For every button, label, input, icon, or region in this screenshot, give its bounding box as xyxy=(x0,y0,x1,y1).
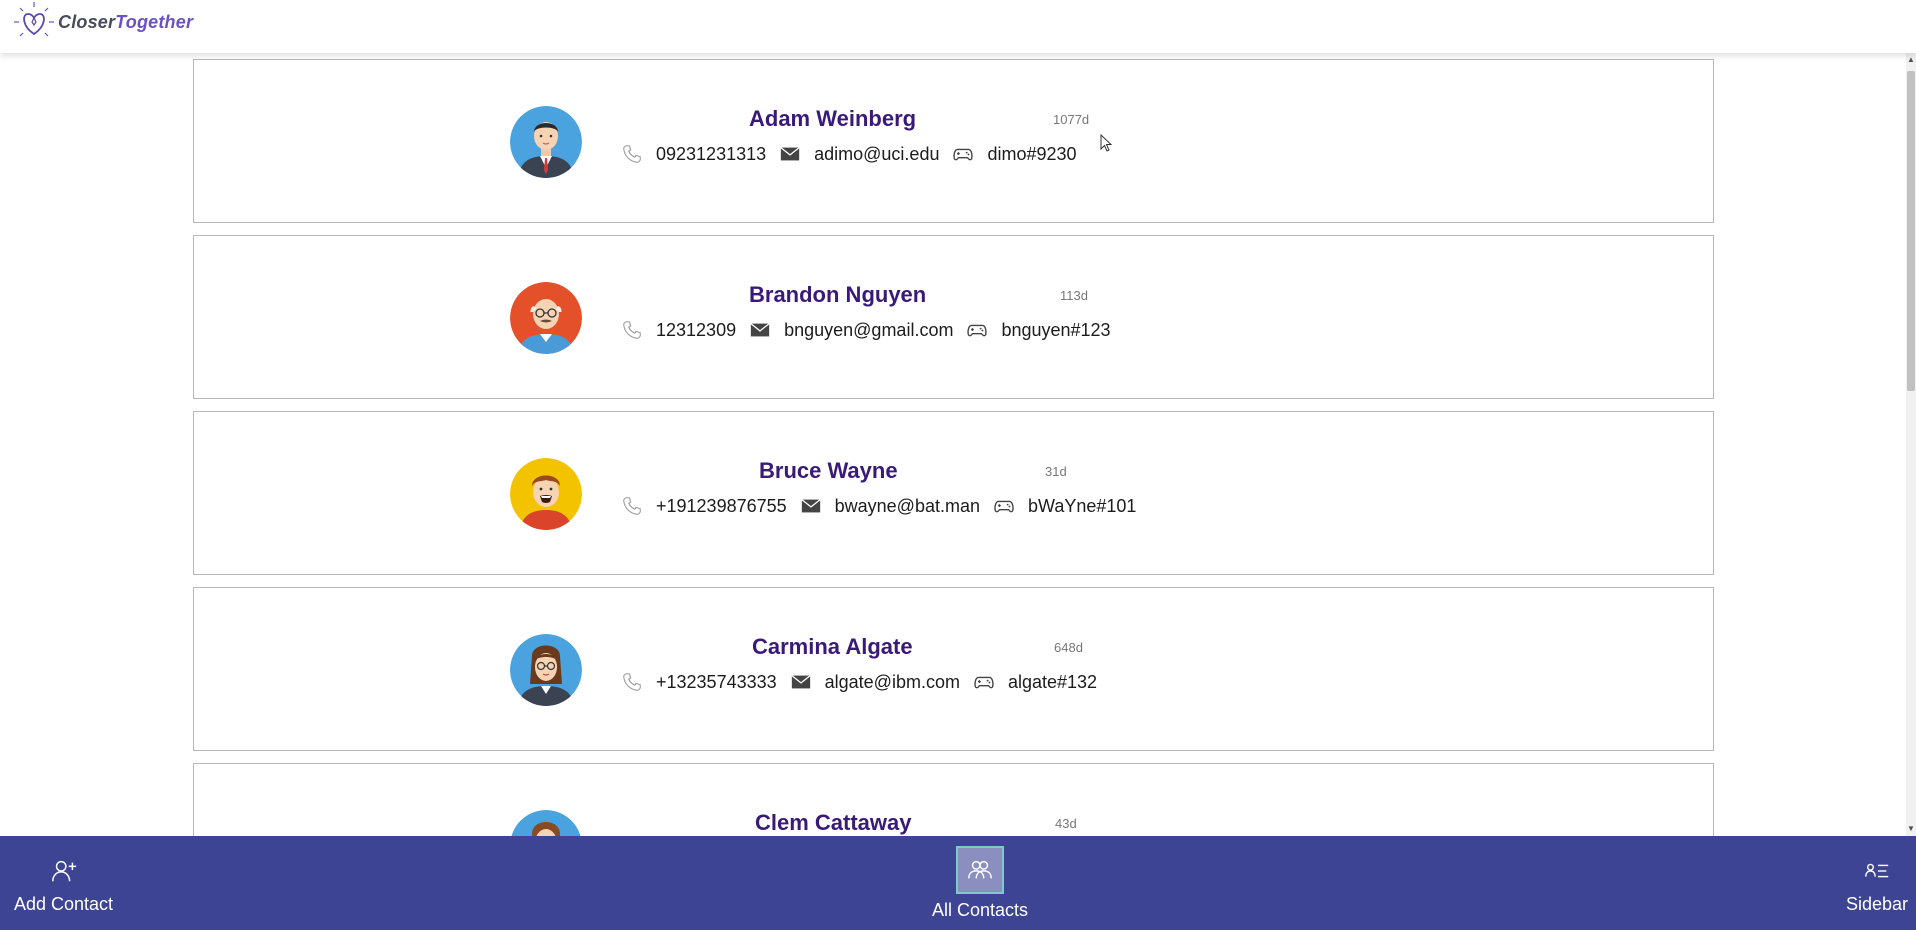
mail-icon xyxy=(748,318,772,342)
scroll-up-arrow-icon[interactable]: ▲ xyxy=(1907,55,1915,65)
last-contact-days: 1077d xyxy=(1053,112,1090,127)
contact-gamertag[interactable]: algate#132 xyxy=(1008,672,1097,693)
sidebar-button[interactable]: Sidebar xyxy=(1846,856,1908,915)
contact-avatar xyxy=(510,810,582,836)
mail-icon xyxy=(799,494,823,518)
contact-list[interactable]: Adam Weinberg 1077d 09231231313 adimo@uc… xyxy=(0,53,1906,836)
scroll-down-arrow-icon[interactable]: ▼ xyxy=(1907,824,1915,834)
gamepad-icon xyxy=(972,670,996,694)
mouse-cursor-icon xyxy=(1100,133,1114,159)
contact-email[interactable]: bnguyen@gmail.com xyxy=(784,320,953,341)
mail-icon xyxy=(778,142,802,166)
contact-name: Bruce Wayne xyxy=(759,458,898,483)
woman-avatar-icon xyxy=(511,810,581,836)
app-logo[interactable]: CloserTogether xyxy=(12,2,193,42)
contact-info-row: 12312309 bnguyen@gmail.com bnguyen#123 xyxy=(620,318,1111,342)
contact-phone[interactable]: 12312309 xyxy=(656,320,736,341)
contact-info-row: +13235743333 algate@ibm.com algate#132 xyxy=(620,670,1097,694)
all-contacts-button[interactable]: All Contacts xyxy=(932,846,1028,921)
scrollbar-thumb[interactable] xyxy=(1907,71,1915,391)
phone-icon xyxy=(620,494,644,518)
last-contact-days: 648d xyxy=(1054,640,1083,655)
old-man-glasses-avatar-icon xyxy=(510,282,582,354)
group-icon xyxy=(956,846,1005,894)
add-contact-label: Add Contact xyxy=(14,894,114,914)
contact-phone[interactable]: +13235743333 xyxy=(656,672,777,693)
gamepad-icon xyxy=(951,142,975,166)
app-root: CloserTogether Adam Weinberg 1077d 09231… xyxy=(0,0,1916,930)
man-suit-avatar-icon xyxy=(510,106,582,178)
contact-info-row: 09231231313 adimo@uci.edu dimo#9230 xyxy=(620,142,1077,166)
logo-text-together: Together xyxy=(115,11,194,32)
woman-glasses-avatar-icon xyxy=(510,634,582,706)
add-contact-button[interactable]: Add Contact xyxy=(14,856,113,915)
logo-text-closer: Closer xyxy=(58,11,116,32)
laughing-man-avatar-icon xyxy=(510,458,582,530)
contact-email[interactable]: bwayne@bat.man xyxy=(835,496,980,517)
last-contact-days: 43d xyxy=(1055,816,1077,831)
logo-text: CloserTogether xyxy=(58,12,193,33)
phone-icon xyxy=(620,318,644,342)
sidebar-list-icon xyxy=(1862,856,1892,886)
add-user-icon xyxy=(49,856,79,886)
contact-gamertag[interactable]: bWaYne#101 xyxy=(1028,496,1136,517)
contact-avatar xyxy=(510,458,582,530)
bottom-navigation: Add Contact All Contacts Sidebar xyxy=(0,836,1916,930)
mail-icon xyxy=(789,670,813,694)
contact-card[interactable]: Clem Cattaway 43d xyxy=(193,763,1714,836)
contact-phone[interactable]: 09231231313 xyxy=(656,144,766,165)
contact-phone[interactable]: +191239876755 xyxy=(656,496,787,517)
all-contacts-label: All Contacts xyxy=(932,900,1029,920)
contact-avatar xyxy=(510,282,582,354)
contact-card[interactable]: Adam Weinberg 1077d 09231231313 adimo@uc… xyxy=(193,59,1714,223)
last-contact-days: 113d xyxy=(1060,288,1088,303)
contact-card[interactable]: Brandon Nguyen 113d 12312309 bnguyen@gma… xyxy=(193,235,1714,399)
contact-name: Adam Weinberg xyxy=(749,106,917,131)
contact-avatar xyxy=(510,106,582,178)
contact-name: Carmina Algate xyxy=(752,634,913,659)
gamepad-icon xyxy=(992,494,1016,518)
contact-name: Brandon Nguyen xyxy=(749,282,927,307)
last-contact-days: 31d xyxy=(1045,464,1067,479)
contact-gamertag[interactable]: dimo#9230 xyxy=(987,144,1076,165)
phone-icon xyxy=(620,142,644,166)
contact-info-row: +191239876755 bwayne@bat.man bWaYne#101 xyxy=(620,494,1136,518)
phone-icon xyxy=(620,670,644,694)
contact-gamertag[interactable]: bnguyen#123 xyxy=(1001,320,1110,341)
contact-card[interactable]: Bruce Wayne 31d +191239876755 bwayne@bat… xyxy=(193,411,1714,575)
contact-avatar xyxy=(510,634,582,706)
sidebar-label: Sidebar xyxy=(1845,894,1908,914)
contact-email[interactable]: adimo@uci.edu xyxy=(814,144,939,165)
heart-logo-icon xyxy=(14,2,54,37)
gamepad-icon xyxy=(965,318,989,342)
contact-name: Clem Cattaway xyxy=(755,810,912,835)
vertical-scrollbar[interactable]: ▲ ▼ xyxy=(1906,53,1916,836)
top-header: CloserTogether xyxy=(0,0,1916,53)
contact-email[interactable]: algate@ibm.com xyxy=(825,672,960,693)
contact-card[interactable]: Carmina Algate 648d +13235743333 algate@… xyxy=(193,587,1714,751)
